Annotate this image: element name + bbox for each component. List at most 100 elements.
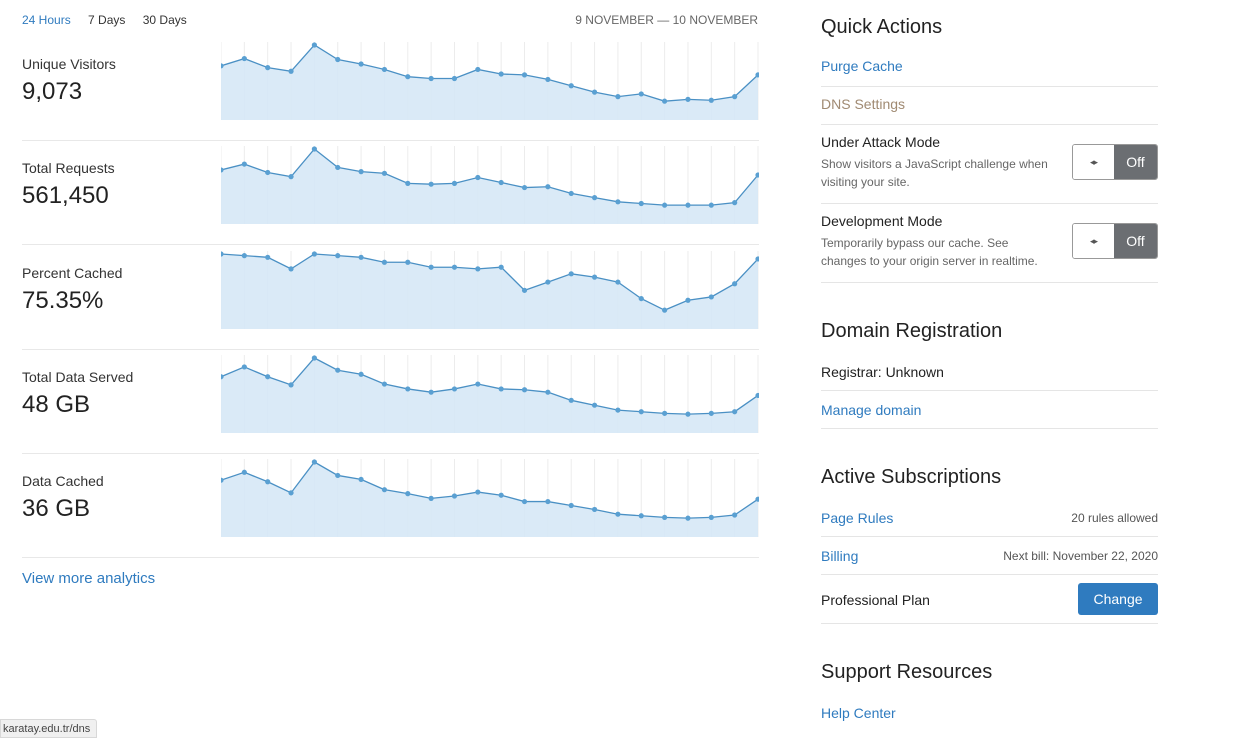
chart-point (638, 513, 644, 519)
chart-point (662, 410, 668, 416)
chart-point (708, 294, 714, 300)
chart-area (221, 45, 758, 120)
chart-point (311, 146, 317, 152)
chart-point (451, 180, 458, 186)
chart-point (405, 259, 411, 265)
chart-point (708, 202, 714, 208)
chart-point (638, 91, 644, 97)
under-attack-mode-item: Under Attack Mode Show visitors a JavaSc… (821, 134, 1158, 204)
chart-point (381, 170, 388, 176)
chart-point (615, 511, 621, 517)
chart-point (708, 514, 714, 520)
chart-point (381, 381, 388, 387)
chart-point (521, 498, 528, 505)
chart-point (381, 259, 388, 265)
chart-point (545, 184, 551, 190)
chart-point (498, 264, 504, 270)
quick-actions-title: Quick Actions (821, 16, 943, 38)
tab-7-days[interactable]: 7 Days (88, 13, 125, 27)
chart-point (288, 266, 294, 272)
chart-point (498, 71, 504, 77)
chart-point (732, 512, 738, 518)
sparkline-chart (221, 146, 759, 224)
chart-point (241, 469, 247, 475)
metric-value: 36 GB (22, 495, 91, 522)
chart-point (662, 514, 668, 520)
manage-domain-link[interactable]: Manage domain (821, 402, 921, 418)
metric-label: Percent Cached (22, 265, 123, 281)
chart-point (265, 479, 271, 485)
sparkline-chart (221, 251, 759, 329)
chart-point (265, 374, 271, 380)
chart-point (615, 199, 621, 205)
chart-point (475, 266, 481, 272)
chart-point (591, 402, 598, 408)
chart-point (568, 271, 574, 277)
chart-point (498, 179, 504, 186)
development-mode-toggle[interactable]: ◂▸ Off (1072, 223, 1158, 259)
chart-point (335, 56, 341, 63)
help-center-link[interactable]: Help Center (821, 705, 896, 721)
tab-24-hours[interactable]: 24 Hours (22, 13, 71, 27)
sparkline-chart (221, 42, 759, 120)
under-attack-toggle[interactable]: ◂▸ Off (1072, 144, 1158, 180)
chart-point (662, 202, 668, 208)
billing-item: Billing Next bill: November 22, 2020 (821, 548, 1158, 575)
chart-point (685, 297, 691, 303)
chart-point (545, 76, 551, 83)
metric-value: 561,450 (22, 182, 109, 209)
chart-point (475, 66, 481, 73)
chart-point (568, 190, 574, 197)
active-subscriptions-title: Active Subscriptions (821, 466, 1002, 488)
metric-label: Data Cached (22, 473, 104, 489)
view-more-analytics-link[interactable]: View more analytics (22, 570, 155, 587)
under-attack-desc: Show visitors a JavaScript challenge whe… (821, 157, 1048, 189)
chart-point (708, 410, 714, 416)
chart-point (521, 387, 528, 393)
chart-point (358, 371, 364, 377)
chart-point (311, 42, 317, 48)
chart-point (451, 386, 458, 392)
plan-item: Professional Plan Change (821, 583, 1158, 624)
dns-settings-link[interactable]: DNS Settings (821, 96, 905, 112)
page-rules-item: Page Rules 20 rules allowed (821, 510, 1158, 537)
tab-30-days[interactable]: 30 Days (143, 13, 187, 27)
development-mode-desc: Temporarily bypass our cache. See change… (821, 236, 1038, 268)
chart-point (732, 409, 738, 415)
page-rules-link[interactable]: Page Rules (821, 510, 893, 526)
chart-point (475, 174, 481, 181)
chart-area (221, 358, 758, 433)
chart-point (265, 65, 271, 71)
chart-point (241, 55, 247, 62)
metric-value: 48 GB (22, 391, 91, 418)
chart-point (685, 96, 691, 102)
chart-point (405, 491, 411, 497)
sparkline-chart (221, 355, 759, 433)
chart-point (335, 164, 341, 171)
purge-cache-link[interactable]: Purge Cache (821, 58, 903, 74)
chart-point (288, 490, 294, 496)
change-plan-button[interactable]: Change (1078, 583, 1158, 615)
billing-link[interactable]: Billing (821, 548, 858, 564)
chart-point (615, 94, 621, 100)
registrar-item: Registrar: Unknown (821, 364, 1158, 391)
chart-point (638, 200, 644, 207)
chart-point (662, 307, 668, 313)
chart-point (545, 498, 551, 505)
chart-point (241, 364, 247, 370)
chart-point (685, 515, 691, 521)
chart-point (615, 279, 621, 285)
metric-data-cached: Data Cached 36 GB (22, 453, 759, 558)
chart-point (568, 502, 574, 509)
chart-point (451, 493, 458, 499)
chart-point (405, 180, 411, 186)
chart-point (311, 355, 317, 361)
chart-point (708, 97, 714, 103)
chart-point (428, 75, 434, 82)
chart-point (591, 195, 598, 201)
sparkline-chart (221, 459, 759, 537)
chart-point (265, 254, 271, 260)
chart-point (521, 184, 528, 191)
chart-point (241, 161, 247, 167)
chart-point (381, 487, 388, 493)
